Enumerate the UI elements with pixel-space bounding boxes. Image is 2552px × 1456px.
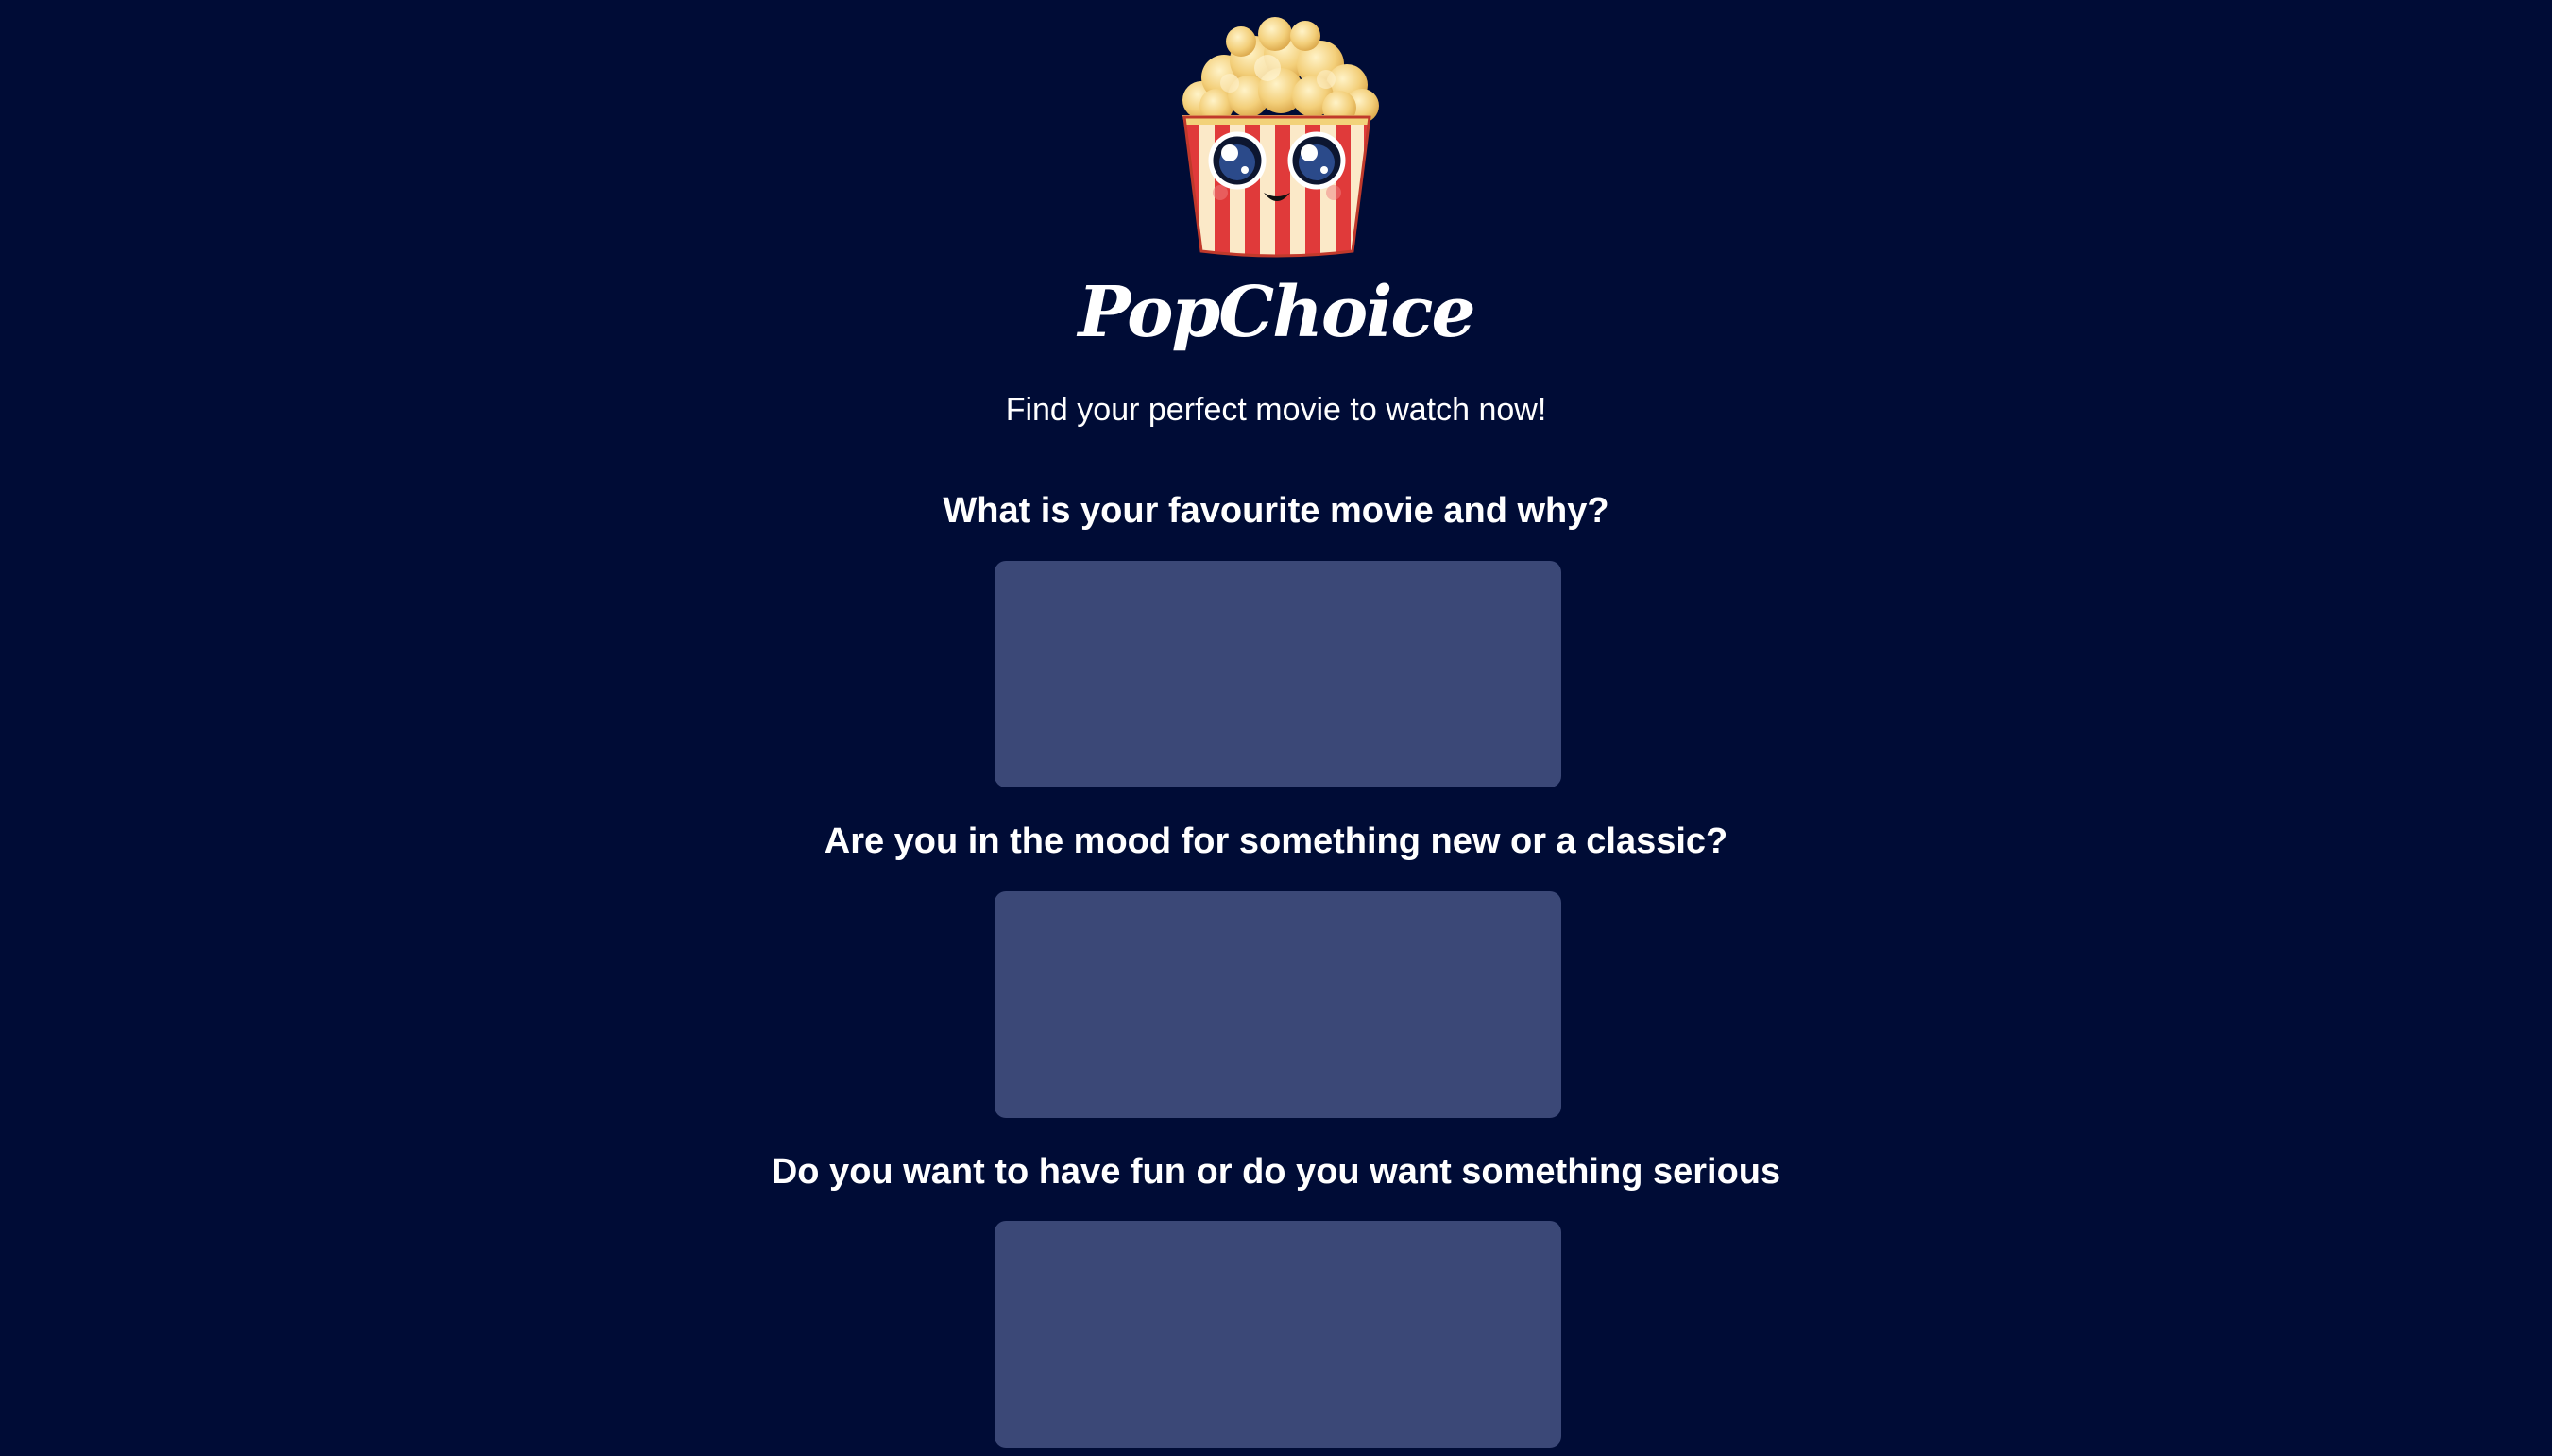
question-favourite-movie-label: What is your favourite movie and why? [943,491,1609,531]
app-title: PopChoice [1078,272,1475,353]
favourite-movie-input[interactable] [995,561,1561,787]
popcorn-mascot-icon [1182,17,1379,258]
tagline: Find your perfect movie to watch now! [1005,392,1547,428]
question-new-or-classic-label: Are you in the mood for something new or… [824,821,1728,861]
popchoice-page: PopChoice Find your perfect movie to wat… [0,0,2552,1456]
fun-or-serious-input[interactable] [995,1221,1561,1448]
new-or-classic-input[interactable] [995,891,1561,1118]
question-fun-or-serious-label: Do you want to have fun or do you want s… [771,1152,1781,1192]
